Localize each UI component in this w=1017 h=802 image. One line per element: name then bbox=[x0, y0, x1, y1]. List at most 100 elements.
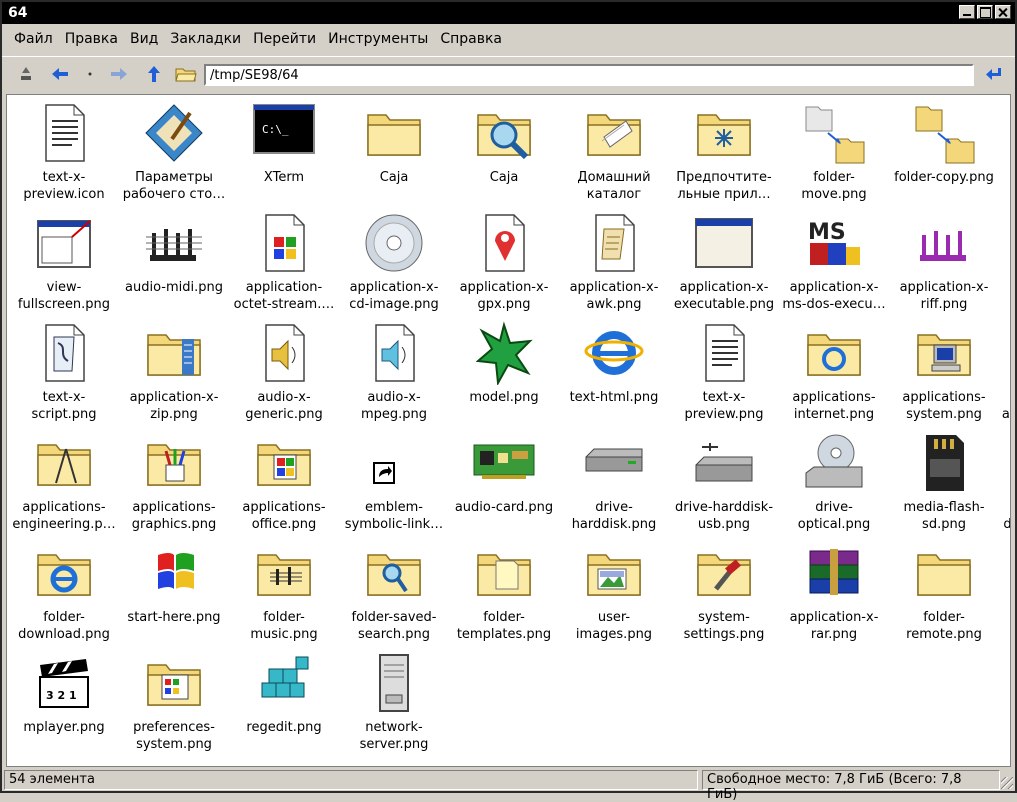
menu-bookmarks[interactable]: Закладки bbox=[164, 26, 247, 52]
file-item[interactable]: Домашний каталог bbox=[559, 99, 669, 209]
go-button[interactable] bbox=[982, 63, 1006, 85]
script-scroll-icon bbox=[582, 211, 646, 275]
file-item[interactable]: start-here.png bbox=[119, 539, 229, 649]
file-item[interactable]: application- octet-stream.… bbox=[229, 209, 339, 319]
file-item[interactable]: application-x- gpx.png bbox=[449, 209, 559, 319]
file-item[interactable]: folder- download.png bbox=[9, 539, 119, 649]
file-item[interactable]: C:\_ XTerm bbox=[229, 99, 339, 209]
file-item-label: audio-x- generic.png bbox=[245, 390, 323, 422]
file-item-label: preferences- system.png bbox=[133, 720, 215, 752]
file-item[interactable]: text-x- preview.png bbox=[669, 319, 779, 429]
resize-grip[interactable] bbox=[1001, 777, 1013, 789]
menu-view[interactable]: Вид bbox=[124, 26, 164, 52]
file-item[interactable]: model.png bbox=[449, 319, 559, 429]
file-item[interactable]: application-x- rar.png bbox=[779, 539, 889, 649]
file-item[interactable]: application-x- cd-image.png bbox=[339, 209, 449, 319]
file-item[interactable]: Caja bbox=[339, 99, 449, 209]
desktop-settings-icon bbox=[142, 101, 206, 165]
file-item[interactable]: text-x- preview.icon bbox=[9, 99, 119, 209]
file-item-label: application- octet-stream.… bbox=[233, 280, 335, 312]
file-item[interactable]: text-html.png bbox=[559, 319, 669, 429]
back-button[interactable] bbox=[48, 63, 72, 85]
back-history-button[interactable] bbox=[78, 63, 102, 85]
file-item-label: text-x- preview.icon bbox=[23, 170, 105, 202]
file-item[interactable]: application-x- riff.png bbox=[889, 209, 999, 319]
new-window-button[interactable] bbox=[14, 63, 38, 85]
file-item[interactable]: application-x- awk.png bbox=[559, 209, 669, 319]
file-item-label: XTerm bbox=[263, 170, 305, 185]
file-item[interactable]: audio-x- generic.png bbox=[229, 319, 339, 429]
file-item[interactable]: folder- music.png bbox=[229, 539, 339, 649]
menu-go[interactable]: Перейти bbox=[247, 26, 322, 52]
file-item-label: folder- music.png bbox=[250, 610, 318, 642]
file-item-label: text-html.png bbox=[569, 390, 659, 405]
up-button[interactable] bbox=[142, 63, 166, 85]
title-bar[interactable]: 64 bbox=[2, 2, 1015, 24]
file-item-label: user- images.png bbox=[575, 610, 653, 642]
file-item[interactable]: Параметры рабочего сто… bbox=[119, 99, 229, 209]
home-folder-icon bbox=[582, 101, 646, 165]
file-item-label: model.png bbox=[469, 390, 539, 405]
file-item[interactable]: applications- accessories.png bbox=[999, 319, 1010, 429]
file-item[interactable]: applications- engineering.p… bbox=[9, 429, 119, 539]
file-item[interactable]: folder-saved- search.png bbox=[339, 539, 449, 649]
file-item[interactable]: application-x- executable.png bbox=[669, 209, 779, 319]
file-item[interactable]: fceux.png bbox=[999, 539, 1010, 649]
file-item-label: Домашний каталог bbox=[577, 170, 651, 202]
file-item-label: folder- download.png bbox=[18, 610, 110, 642]
menu-file[interactable]: Файл bbox=[8, 26, 59, 52]
file-item[interactable]: audio-x- mpeg.png bbox=[339, 319, 449, 429]
file-item[interactable]: folder-copy.png bbox=[889, 99, 999, 209]
file-item[interactable]: Предпочтите- льные прил… bbox=[669, 99, 779, 209]
file-item[interactable]: view- fullscreen.png bbox=[9, 209, 119, 319]
home-button[interactable] bbox=[174, 63, 198, 85]
forward-button[interactable] bbox=[107, 63, 131, 85]
file-item-label: font-x- generic.png bbox=[1000, 279, 1010, 313]
file-item[interactable]: drive-harddisk- usb.png bbox=[669, 429, 779, 539]
file-item-label: application-x- executable.png bbox=[673, 280, 775, 312]
file-item[interactable]: application-x- zip.png bbox=[119, 319, 229, 429]
file-item[interactable]: applications- office.png bbox=[229, 429, 339, 539]
file-item[interactable]: process- stop.png bbox=[999, 99, 1010, 209]
file-item[interactable]: applications- system.png bbox=[889, 319, 999, 429]
back-arrow-icon bbox=[52, 68, 68, 80]
close-button[interactable] bbox=[995, 5, 1011, 19]
file-item[interactable]: regedit.png bbox=[229, 649, 339, 759]
address-bar[interactable]: /tmp/SE98/64 bbox=[204, 64, 974, 86]
file-item[interactable]: drive- harddisk.png bbox=[559, 429, 669, 539]
file-item[interactable]: audio-card.png bbox=[449, 429, 559, 539]
file-item-label: audio-card.png bbox=[454, 500, 554, 515]
file-item[interactable]: preferences- system.png bbox=[119, 649, 229, 759]
file-item-label: drive- optical.png bbox=[797, 500, 871, 532]
file-item[interactable]: audio-midi.png bbox=[119, 209, 229, 319]
maximize-button[interactable] bbox=[977, 5, 993, 19]
file-item[interactable]: drive- optical.png bbox=[779, 429, 889, 539]
file-item[interactable]: Afont-x- generic.png bbox=[999, 209, 1010, 319]
server-icon bbox=[362, 651, 426, 715]
file-item[interactable]: applications- internet.png bbox=[779, 319, 889, 429]
menu-edit[interactable]: Правка bbox=[59, 26, 124, 52]
sound-card-icon bbox=[472, 431, 536, 495]
file-item[interactable]: applications- graphics.png bbox=[119, 429, 229, 539]
minimize-button[interactable] bbox=[959, 5, 975, 19]
file-item[interactable]: emblem- symbolic-link… bbox=[339, 429, 449, 539]
file-item[interactable]: network- server.png bbox=[339, 649, 449, 759]
file-view[interactable]: text-x- preview.icon Параметры рабочего с… bbox=[6, 94, 1011, 767]
file-item[interactable]: folder- templates.png bbox=[449, 539, 559, 649]
file-item-label: folder-saved- search.png bbox=[351, 610, 437, 642]
file-item[interactable]: Caja bbox=[449, 99, 559, 209]
file-item[interactable]: text-x- script.png bbox=[9, 319, 119, 429]
file-item-label: application-x- cd-image.png bbox=[349, 280, 439, 312]
file-item[interactable]: folder- documents.png bbox=[999, 429, 1010, 539]
clapperboard-icon: 3 2 1 bbox=[32, 651, 96, 715]
menu-tools[interactable]: Инструменты bbox=[322, 26, 434, 52]
file-item[interactable]: user- images.png bbox=[559, 539, 669, 649]
file-item[interactable]: folder- remote.png bbox=[889, 539, 999, 649]
file-item[interactable]: 3 2 1 mplayer.png bbox=[9, 649, 119, 759]
file-item[interactable]: media-flash- sd.png bbox=[889, 429, 999, 539]
file-item[interactable]: system- settings.png bbox=[669, 539, 779, 649]
file-item[interactable]: folder- move.png bbox=[779, 99, 889, 209]
menu-help[interactable]: Справка bbox=[434, 26, 508, 52]
folder-icon bbox=[362, 101, 426, 165]
file-item[interactable]: MS application-x- ms-dos-execu… bbox=[779, 209, 889, 319]
